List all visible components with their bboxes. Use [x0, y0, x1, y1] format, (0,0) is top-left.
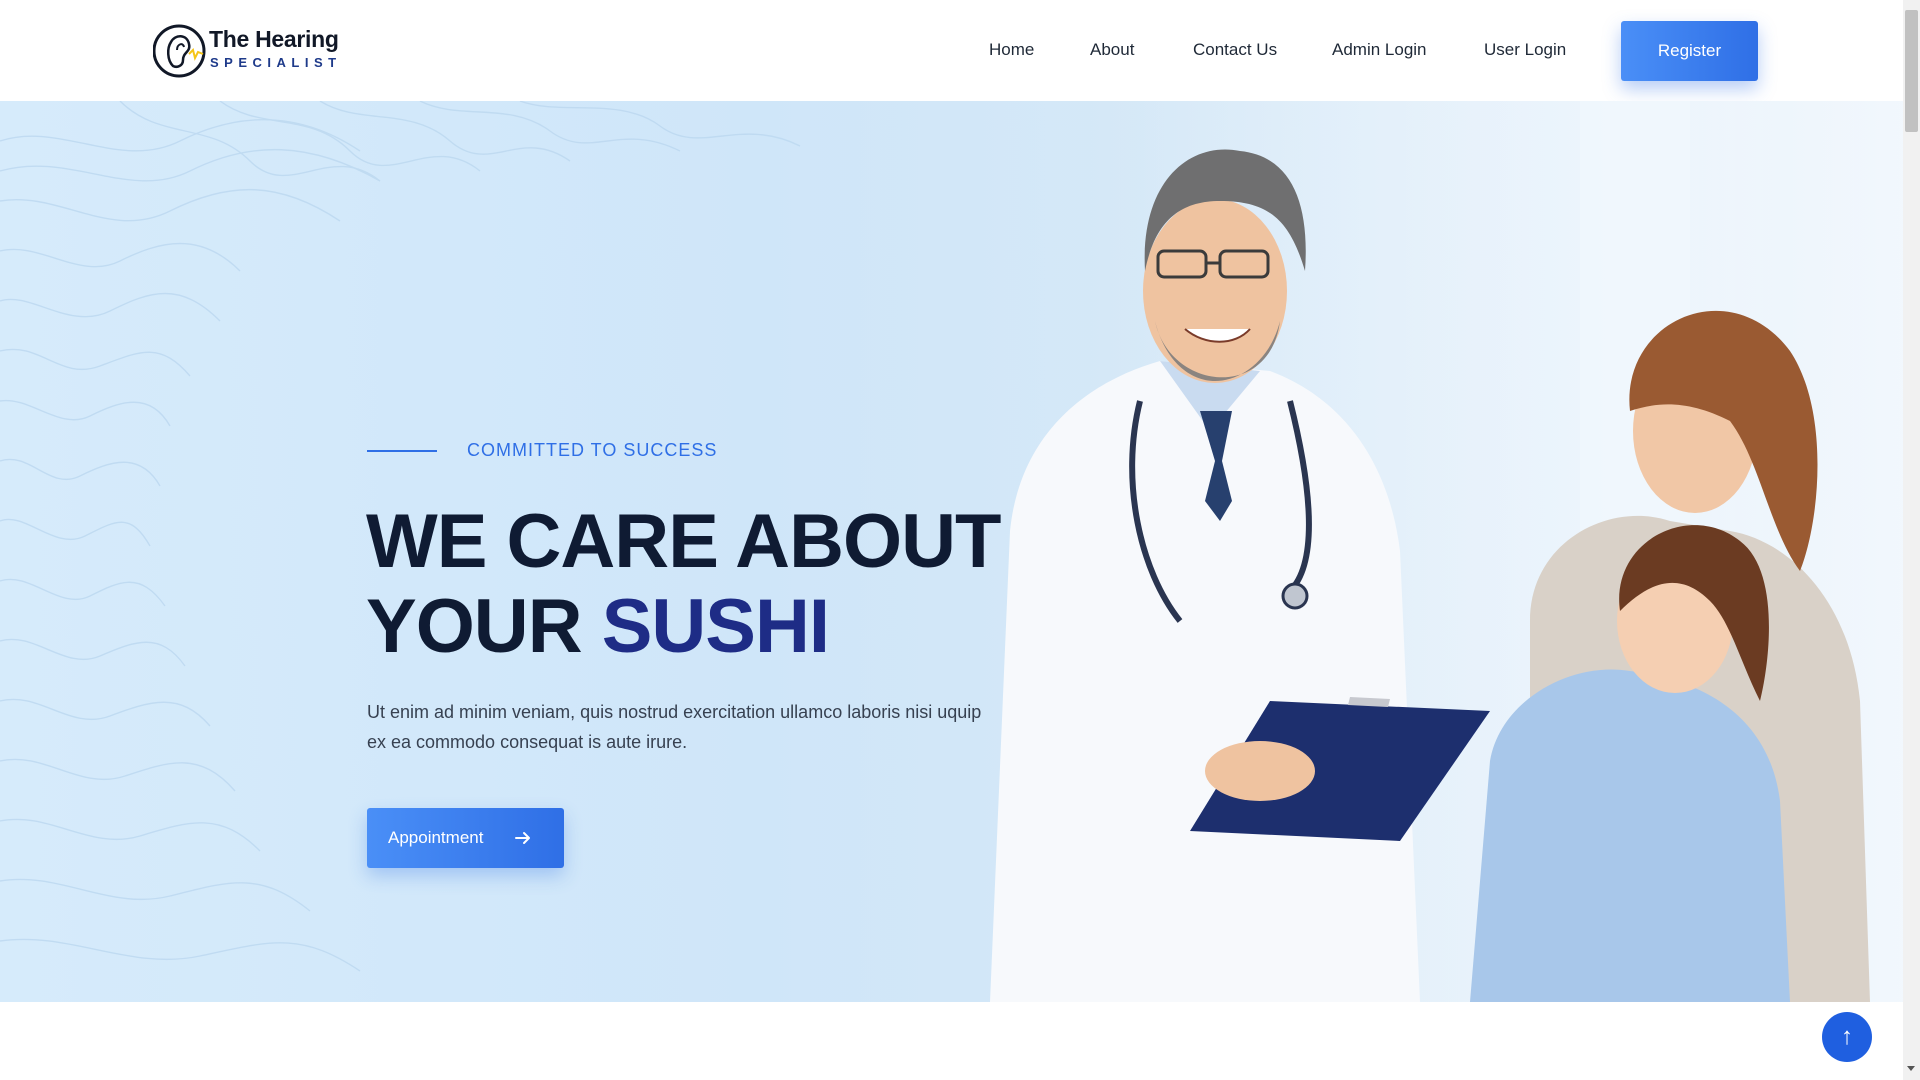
doctor-family-photo — [990, 101, 1903, 1002]
site-header: The Hearing SPECIALIST Home About Contac… — [0, 0, 1903, 101]
below-hero-section — [0, 1002, 1903, 1080]
tagline-divider — [367, 450, 437, 452]
appointment-button-label: Appointment — [388, 828, 484, 847]
nav-item-home[interactable]: Home — [989, 40, 1034, 60]
hero-section: COMMITTED TO SUCCESS WE CARE ABOUT YOUR … — [0, 101, 1903, 1002]
ear-logo-icon — [153, 24, 206, 78]
brand-title: The Hearing — [209, 26, 339, 52]
hero-tagline: COMMITTED TO SUCCESS — [467, 440, 718, 460]
back-to-top-button[interactable]: ↑ — [1822, 1012, 1872, 1062]
headline-line-1: WE CARE ABOUT — [366, 499, 1001, 584]
nav-item-about[interactable]: About — [1090, 40, 1134, 60]
headline-accent: SUSHI — [601, 584, 830, 669]
hero-description: Ut enim ad minim veniam, quis nostrud ex… — [367, 702, 982, 752]
page-scrollbar[interactable] — [1903, 0, 1920, 1080]
appointment-button[interactable]: Appointment — [367, 808, 564, 868]
headline-line-2: YOUR — [366, 584, 583, 669]
scrollbar-thumb[interactable] — [1905, 10, 1918, 132]
nav-item-admin-login[interactable]: Admin Login — [1332, 40, 1427, 60]
arrow-right-icon — [515, 832, 530, 844]
scroll-down-arrow-icon[interactable] — [1907, 1066, 1915, 1071]
nav-item-contact-us[interactable]: Contact Us — [1193, 40, 1277, 60]
brand-subtitle: SPECIALIST — [210, 55, 342, 70]
arrow-up-icon: ↑ — [1841, 1023, 1853, 1050]
brand-logo[interactable]: The Hearing SPECIALIST — [153, 20, 339, 82]
hero-headline: WE CARE ABOUT YOUR SUSHI — [366, 499, 1001, 669]
nav-item-user-login[interactable]: User Login — [1484, 40, 1566, 60]
register-button[interactable]: Register — [1621, 21, 1758, 81]
